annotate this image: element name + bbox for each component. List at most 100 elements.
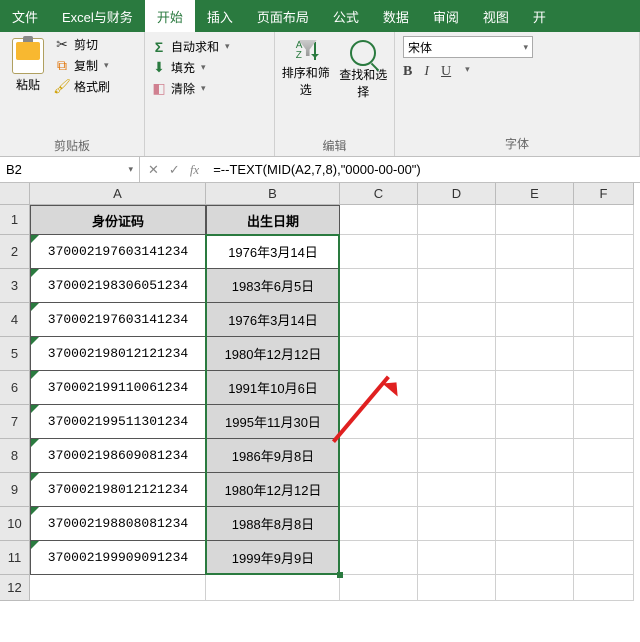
menu-tab[interactable]: Excel与财务 — [50, 0, 145, 32]
cell[interactable] — [496, 473, 574, 507]
cell[interactable]: 1988年8月8日 — [206, 507, 340, 541]
cell[interactable]: 1976年3月14日 — [206, 303, 340, 337]
cell[interactable]: 身份证码 — [30, 205, 206, 235]
cell[interactable]: 370002199511301234 — [30, 405, 206, 439]
cell[interactable] — [574, 337, 634, 371]
menu-tab[interactable]: 数据 — [371, 0, 421, 32]
cell[interactable]: 370002198012121234 — [30, 337, 206, 371]
cell[interactable] — [340, 235, 418, 269]
menu-tab[interactable]: 插入 — [195, 0, 245, 32]
row-header[interactable]: 5 — [0, 337, 30, 371]
cell[interactable] — [418, 439, 496, 473]
menu-tab[interactable]: 页面布局 — [245, 0, 321, 32]
cell[interactable]: 出生日期 — [206, 205, 340, 235]
cell[interactable] — [340, 507, 418, 541]
menu-tab[interactable]: 公式 — [321, 0, 371, 32]
cell[interactable] — [574, 473, 634, 507]
menu-tab[interactable]: 开始 — [145, 0, 195, 32]
column-header[interactable]: A — [30, 183, 206, 205]
cell[interactable] — [496, 439, 574, 473]
column-header[interactable]: D — [418, 183, 496, 205]
cell[interactable] — [340, 337, 418, 371]
cell[interactable] — [574, 371, 634, 405]
cell[interactable]: 370002197603141234 — [30, 303, 206, 337]
menu-tab[interactable]: 视图 — [471, 0, 521, 32]
cell[interactable] — [496, 235, 574, 269]
cell[interactable] — [496, 575, 574, 601]
cell[interactable] — [574, 269, 634, 303]
cell[interactable] — [496, 405, 574, 439]
autosum-button[interactable]: Σ自动求和▾ — [151, 38, 268, 55]
cell[interactable]: 1976年3月14日 — [206, 235, 340, 269]
cell[interactable] — [574, 541, 634, 575]
cell[interactable] — [340, 405, 418, 439]
row-header[interactable]: 4 — [0, 303, 30, 337]
cell[interactable]: 370002198012121234 — [30, 473, 206, 507]
cell[interactable] — [340, 575, 418, 601]
row-header[interactable]: 8 — [0, 439, 30, 473]
copy-button[interactable]: ⧉复制▾ — [54, 57, 110, 74]
find-select-button[interactable]: 查找和选择 — [339, 40, 389, 100]
row-header[interactable]: 10 — [0, 507, 30, 541]
select-all-corner[interactable] — [0, 183, 30, 205]
row-header[interactable]: 1 — [0, 205, 30, 235]
cell[interactable] — [340, 303, 418, 337]
cell[interactable]: 370002199110061234 — [30, 371, 206, 405]
name-box[interactable]: B2▾ — [0, 157, 140, 182]
cell[interactable] — [496, 507, 574, 541]
column-header[interactable]: C — [340, 183, 418, 205]
font-name-select[interactable]: 宋体▾ — [403, 36, 533, 58]
paste-button[interactable]: 粘贴 — [6, 36, 50, 95]
fx-icon[interactable]: fx — [190, 162, 199, 178]
cell[interactable] — [574, 235, 634, 269]
cell[interactable] — [418, 235, 496, 269]
row-header[interactable]: 3 — [0, 269, 30, 303]
format-painter-button[interactable]: 🖌格式刷 — [54, 78, 110, 95]
row-header[interactable]: 7 — [0, 405, 30, 439]
cell[interactable]: 1980年12月12日 — [206, 473, 340, 507]
cell[interactable] — [496, 269, 574, 303]
cell[interactable]: 1991年10月6日 — [206, 371, 340, 405]
column-header[interactable]: E — [496, 183, 574, 205]
row-header[interactable]: 2 — [0, 235, 30, 269]
cell[interactable] — [340, 541, 418, 575]
bold-button[interactable]: B — [403, 64, 412, 80]
cell[interactable] — [496, 541, 574, 575]
cell[interactable] — [418, 575, 496, 601]
cell[interactable] — [30, 575, 206, 601]
cell[interactable] — [496, 205, 574, 235]
cell[interactable]: 1983年6月5日 — [206, 269, 340, 303]
cell[interactable] — [206, 575, 340, 601]
fill-button[interactable]: ⬇填充▾ — [151, 59, 268, 76]
cancel-icon[interactable]: ✕ — [148, 162, 159, 178]
cell[interactable] — [340, 269, 418, 303]
cell[interactable] — [340, 439, 418, 473]
menu-tab[interactable]: 开 — [521, 0, 558, 32]
cell[interactable] — [418, 337, 496, 371]
cell[interactable] — [574, 507, 634, 541]
cell[interactable] — [496, 371, 574, 405]
cell[interactable]: 1980年12月12日 — [206, 337, 340, 371]
clear-button[interactable]: ◧清除▾ — [151, 80, 268, 97]
formula-input[interactable]: =--TEXT(MID(A2,7,8),"0000-00-00") — [207, 157, 640, 182]
cut-button[interactable]: ✂剪切 — [54, 36, 110, 53]
cell[interactable] — [418, 269, 496, 303]
cell[interactable]: 370002197603141234 — [30, 235, 206, 269]
cell[interactable] — [418, 371, 496, 405]
cell[interactable] — [418, 205, 496, 235]
cell[interactable]: 370002198609081234 — [30, 439, 206, 473]
enter-icon[interactable]: ✓ — [169, 162, 180, 178]
cell[interactable] — [574, 575, 634, 601]
cell[interactable] — [574, 439, 634, 473]
cell[interactable] — [574, 205, 634, 235]
cell[interactable] — [418, 303, 496, 337]
cell[interactable] — [340, 205, 418, 235]
cell[interactable] — [340, 473, 418, 507]
cell[interactable] — [574, 405, 634, 439]
cell[interactable] — [496, 337, 574, 371]
underline-button[interactable]: U — [441, 64, 451, 80]
row-header[interactable]: 9 — [0, 473, 30, 507]
cell[interactable] — [418, 405, 496, 439]
row-header[interactable]: 6 — [0, 371, 30, 405]
cell[interactable]: 370002198306051234 — [30, 269, 206, 303]
